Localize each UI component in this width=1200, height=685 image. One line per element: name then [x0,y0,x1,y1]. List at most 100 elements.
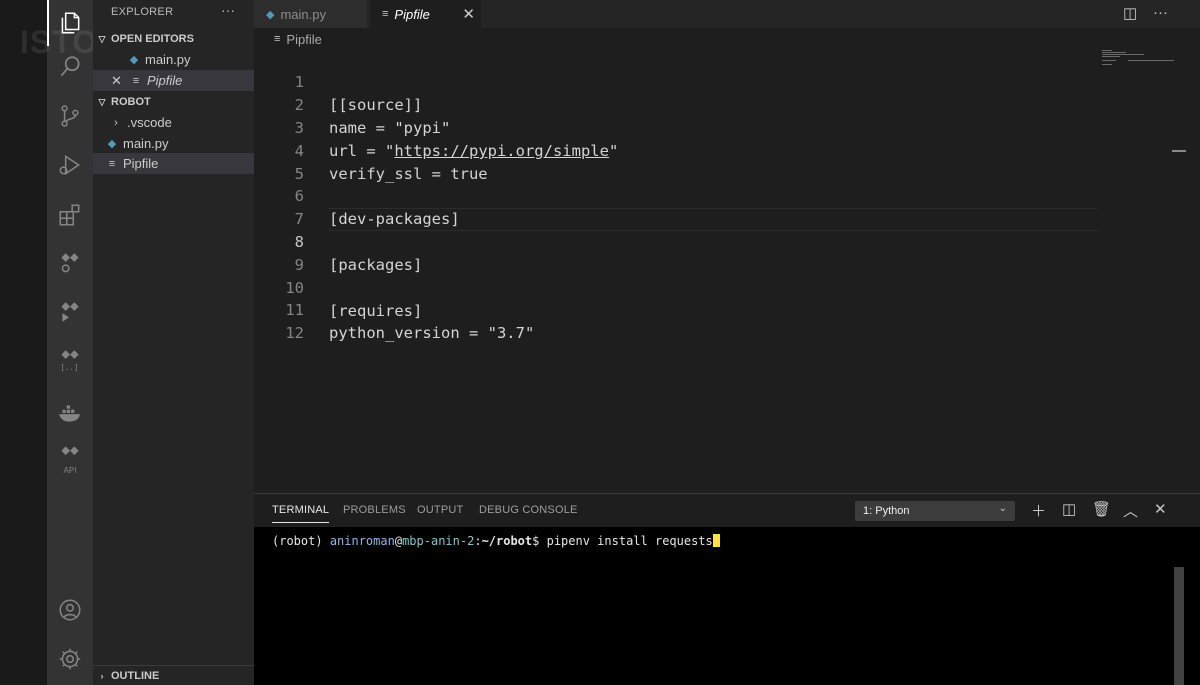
tab-main-py[interactable]: ◆ main.py [254,0,367,28]
close-icon[interactable]: ✕ [1154,500,1167,518]
extensions-button[interactable] [47,192,93,238]
code-line: 6 [dev-packages] [254,162,1104,228]
tab-debug-console[interactable]: DEBUG CONSOLE [479,504,578,516]
code-line: 12 [254,299,1104,342]
open-editors-header[interactable]: ▽ OPEN EDITORS [93,29,254,49]
extensions-icon [59,204,80,226]
tab-terminal[interactable]: TERMINAL [272,504,330,523]
bottom-panel: TERMINAL PROBLEMS OUTPUT DEBUG CONSOLE 1… [254,493,1200,685]
outline-header[interactable]: › OUTLINE [93,665,254,685]
terminal-env: (robot) [272,534,323,548]
run-debug-button[interactable] [47,142,93,188]
breadcrumb[interactable]: ≡ Pipfile [274,30,322,48]
api-label: API [63,466,77,475]
chevron-down-icon: ▽ [98,33,106,44]
explorer-sidebar: EXPLORER ··· ▽ OPEN EDITORS ◆ main.py ✕ … [93,0,254,685]
file-lines-icon: ≡ [108,157,116,170]
source-control-icon [61,105,79,127]
open-editor-label: main.py [145,52,191,67]
chevron-right-icon: › [114,116,118,129]
accounts-button[interactable] [47,587,93,633]
tree-item-label: main.py [123,136,169,151]
test-button[interactable] [47,289,93,335]
code-line: 3 url = "https://pypi.org/simple" [254,94,1104,160]
file-tree-item[interactable]: ≡ Pipfile [93,153,254,174]
run-debug-icon [59,154,81,176]
api-button[interactable] [47,436,93,482]
code-line: 4 verify_ssl = true [254,117,1104,183]
source-control-button[interactable] [47,93,93,139]
code-line: 8 [packages] [254,208,1104,274]
new-terminal-icon[interactable]: ＋ [1031,500,1046,521]
terminal-command: pipenv install requests [546,534,713,548]
docker-button[interactable] [47,390,93,436]
terminal-select[interactable]: 1: Python ⌄ [855,501,1015,521]
chevron-up-icon[interactable]: ︿ [1123,500,1138,521]
minimap[interactable] [1100,48,1176,68]
terminal-cursor [712,534,720,547]
terminal-prompt: $ [532,534,547,548]
tab-problems[interactable]: PROBLEMS [343,504,406,516]
terminal[interactable]: (robot) aninroman@mbp-anin-2:~/robot$ pi… [254,527,1200,685]
terminal-colon: : [474,534,482,548]
line-text: python_version = "3.7" [329,324,535,342]
open-editor-item[interactable]: ◆ main.py [93,49,254,70]
close-icon[interactable]: ✕ [462,5,475,23]
code-line: 2 name = "pypi" [254,71,1104,137]
split-editor-icon[interactable]: ◫ [1123,4,1137,22]
folder-tree-item[interactable]: › .vscode [93,112,254,133]
manage-button[interactable] [47,636,93,682]
explorer-button[interactable] [47,0,93,46]
open-editor-item[interactable]: ✕ ≡ Pipfile [93,70,254,91]
file-lines-icon: ≡ [274,33,281,45]
terminal-select-value: 1: Python [863,505,910,517]
code-line: 9 [254,231,1104,274]
tab-label: main.py [280,6,326,22]
tree-item-label: Pipfile [123,156,159,171]
chevron-right-icon: › [100,670,104,681]
close-icon[interactable]: ✕ [111,73,123,89]
terminal-prompt-line: (robot) aninroman@mbp-anin-2:~/robot$ pi… [272,534,720,548]
file-lines-icon: ≡ [132,74,140,87]
tab-output[interactable]: OUTPUT [417,504,463,516]
json-button[interactable]: [..] [47,337,93,383]
code-line: 10 [requires] [254,254,1104,320]
folder-label: ROBOT [111,96,151,108]
chevron-down-icon: ⌄ [998,503,1007,514]
tree-item-label: .vscode [127,115,172,130]
editor-tab-bar: ◆ main.py ≡ Pipfile ✕ ◫ ··· [254,0,1200,28]
breadcrumb-label: Pipfile [286,31,322,47]
more-actions-button[interactable]: ··· [221,2,235,18]
account-icon [59,599,81,621]
file-lines-icon: ≡ [382,8,389,20]
trash-icon[interactable]: 🗑 [1092,500,1111,518]
test-icon [61,302,79,322]
remote-explorer-icon [61,253,79,273]
open-editor-label: Pipfile [147,73,183,88]
more-actions-icon[interactable]: ··· [1153,4,1168,21]
terminal-host: mbp-anin-2 [402,534,475,548]
terminal-scrollbar[interactable] [1174,567,1184,685]
scrollbar-marker [1172,150,1186,152]
split-terminal-icon[interactable]: ◫ [1062,500,1076,518]
search-button[interactable] [47,44,93,90]
code-line: 1 [[source]] [254,48,1104,114]
activity-bar: [..] API [47,0,93,685]
window-left-margin [0,0,47,685]
file-tree-item[interactable]: ◆ main.py [93,133,254,154]
outline-label: OUTLINE [111,669,160,682]
tab-pipfile[interactable]: ≡ Pipfile ✕ [370,0,481,28]
terminal-user: aninroman [329,534,395,548]
tab-label: Pipfile [394,6,430,22]
code-line: 5 [254,140,1104,183]
search-icon [60,56,80,77]
folder-header[interactable]: ▽ ROBOT [93,92,254,112]
remote-explorer-button[interactable] [47,240,93,286]
python-file-icon: ◆ [266,8,275,21]
panel-tabs: TERMINAL PROBLEMS OUTPUT DEBUG CONSOLE 1… [254,494,1200,527]
json-icon: [..] [60,350,79,372]
code-line: 7 [254,185,1104,228]
terminal-at: @ [394,534,403,548]
code-line: 11 python_version = "3.7" [254,276,1104,342]
code-editor[interactable]: 1 [[source]] 2 name = "pypi" 3 url = "ht… [254,48,1200,493]
